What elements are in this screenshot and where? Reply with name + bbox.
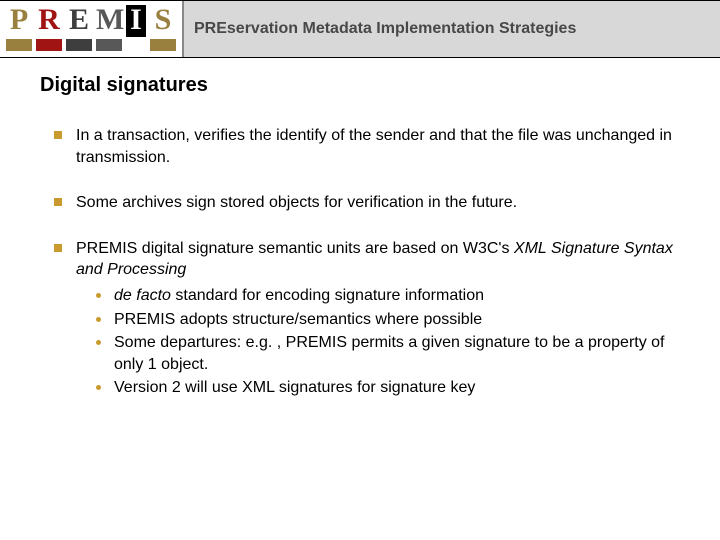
sub-bullet-text: PREMIS adopts structure/semantics where … [114, 311, 482, 328]
premis-logo: P R E M I S [0, 1, 182, 57]
bullet-item: PREMIS digital signature semantic units … [54, 238, 680, 399]
sub-bullet-item: Version 2 will use XML signatures for si… [96, 377, 680, 399]
logo-letter: S [150, 5, 176, 37]
logo-letter: R [36, 5, 62, 37]
sub-bullet-item: de facto standard for encoding signature… [96, 285, 680, 307]
logo-letter: P [6, 5, 32, 37]
sub-bullet-item: PREMIS adopts structure/semantics where … [96, 309, 680, 331]
logo-letter: I [126, 5, 146, 37]
header-subtitle: PREservation Metadata Implementation Str… [182, 1, 720, 57]
sub-bullet-item: Some departures: e.g. , PREMIS permits a… [96, 332, 680, 375]
sub-bullet-text: standard for encoding signature informat… [171, 287, 484, 304]
bullet-item: Some archives sign stored objects for ve… [54, 192, 680, 214]
bullet-item: In a transaction, verifies the identify … [54, 125, 680, 168]
sub-bullet-italic: de facto [114, 287, 171, 304]
header-bar: P R E M I S PREservation Metadata Implem… [0, 0, 720, 58]
bullet-text: Some archives sign stored objects for ve… [76, 194, 517, 211]
slide-title: Digital signatures [40, 74, 680, 97]
sub-bullet-text: Some departures: e.g. , PREMIS permits a… [114, 334, 665, 373]
bullet-text: PREMIS digital signature semantic units … [76, 240, 514, 257]
logo-letter: M [96, 5, 122, 37]
slide-body: Digital signatures In a transaction, ver… [0, 58, 720, 399]
bullet-text: In a transaction, verifies the identify … [76, 127, 672, 166]
sub-bullet-text: Version 2 will use XML signatures for si… [114, 379, 475, 396]
bullet-list: In a transaction, verifies the identify … [40, 125, 680, 399]
sub-bullet-list: de facto standard for encoding signature… [76, 285, 680, 399]
logo-letter: E [66, 5, 92, 37]
